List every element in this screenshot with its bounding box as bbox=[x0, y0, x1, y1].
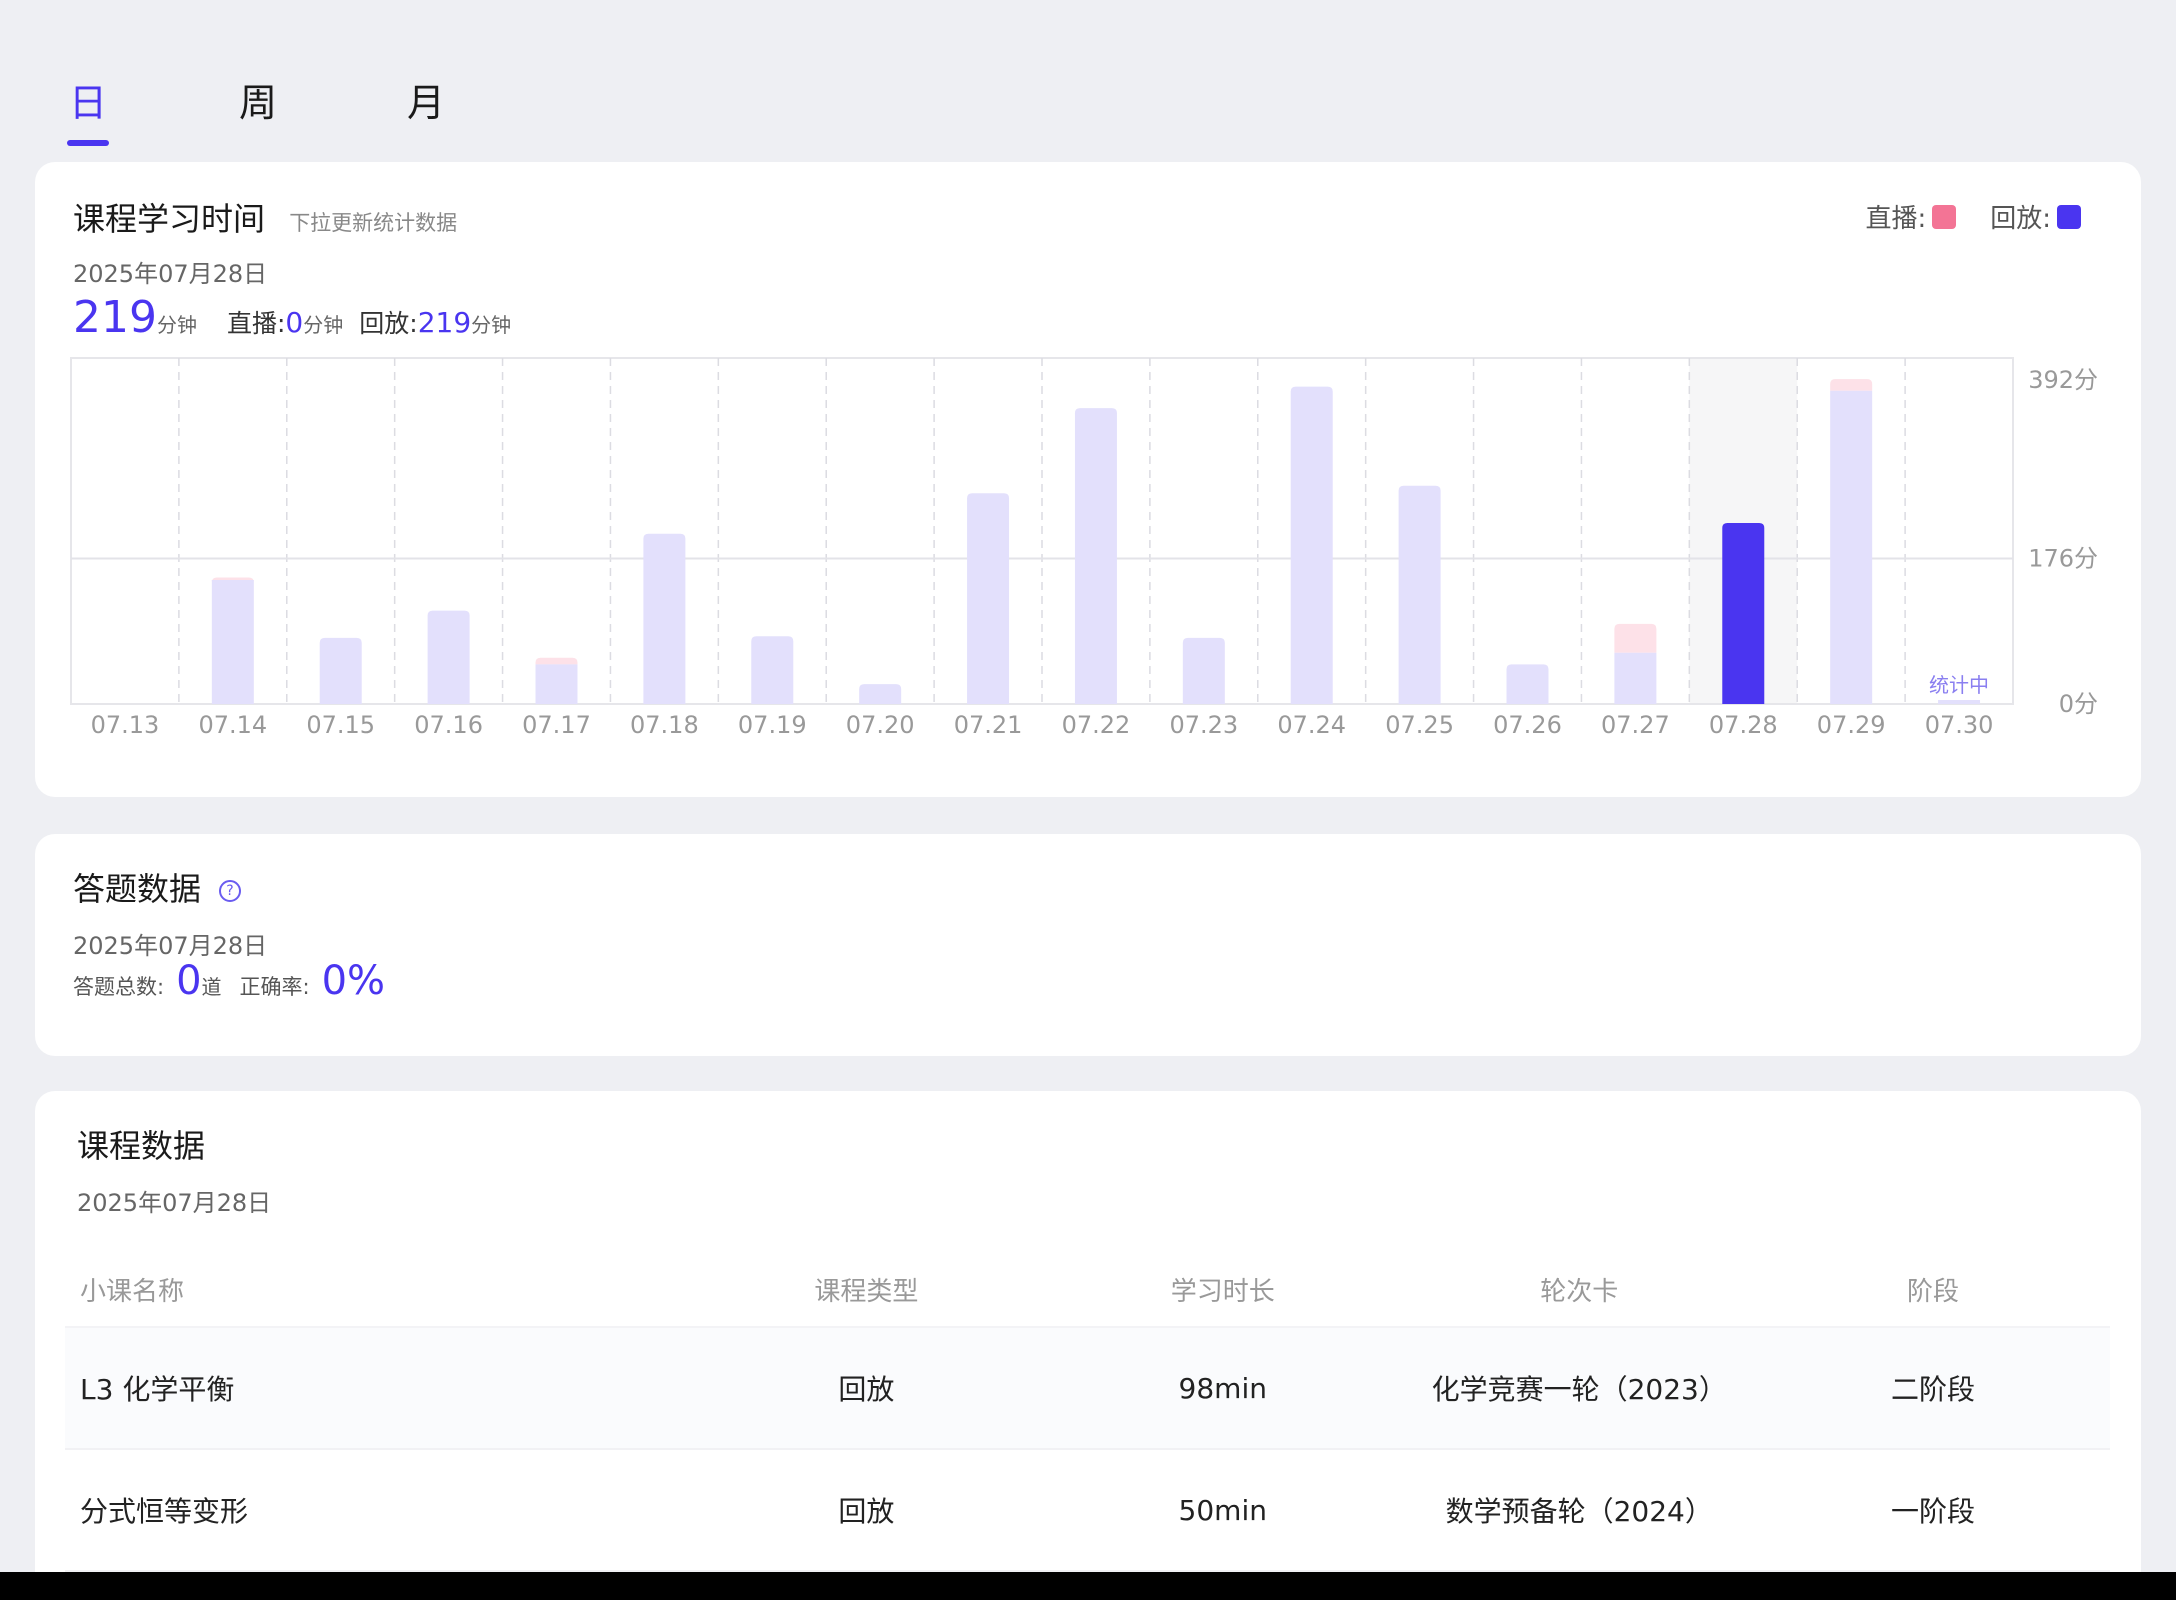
answer-total-value: 0 bbox=[176, 958, 202, 1004]
accuracy-label: 正确率: bbox=[239, 975, 310, 999]
x-tick-label: 07.26 bbox=[1493, 711, 1562, 739]
answer-total-unit: 道 bbox=[201, 975, 222, 999]
answer-total-label: 答题总数: bbox=[73, 975, 165, 999]
x-tick-label: 07.19 bbox=[738, 711, 807, 739]
stage: 二阶段 bbox=[1756, 1327, 2110, 1450]
tab-week[interactable]: 周 bbox=[213, 70, 303, 136]
col-round-card: 轮次卡 bbox=[1402, 1253, 1757, 1328]
y-tick-label: 392分 bbox=[2028, 366, 2098, 394]
tab-day[interactable]: 日 bbox=[43, 70, 133, 136]
table-header-row: 小课名称 课程类型 学习时长 轮次卡 阶段 bbox=[65, 1253, 2110, 1328]
round-card: 化学竞赛一轮（2023） bbox=[1402, 1327, 1757, 1450]
bar-live bbox=[1614, 623, 1657, 653]
bar-replay bbox=[967, 493, 1010, 704]
bar-replay bbox=[535, 664, 578, 704]
bottom-bar bbox=[0, 1572, 2176, 1600]
bar-replay bbox=[1290, 386, 1333, 704]
x-tick-label: 07.20 bbox=[846, 711, 915, 739]
course-data-card: 课程数据 2025年07月28日 小课名称 课程类型 学习时长 轮次卡 阶段 L… bbox=[35, 1091, 2141, 1600]
y-tick-label: 176分 bbox=[2028, 545, 2098, 573]
x-tick-label: 07.18 bbox=[630, 711, 699, 739]
study-duration: 98min bbox=[1043, 1327, 1403, 1450]
study-time-bar-chart[interactable]: 统计中 07.13 07.14 07.15 07.16 07.17 07.18 07.19 07… bbox=[35, 162, 2141, 797]
active-tab-indicator bbox=[67, 140, 109, 146]
x-tick-label: 07.21 bbox=[954, 711, 1023, 739]
course-table: 小课名称 课程类型 学习时长 轮次卡 阶段 L3 化学平衡 回放 98min 化… bbox=[65, 1253, 2110, 1572]
bar-replay bbox=[1398, 485, 1441, 704]
study-duration: 50min bbox=[1043, 1449, 1403, 1572]
answer-title-text: 答题数据 bbox=[73, 870, 202, 908]
bar-replay bbox=[1506, 664, 1549, 704]
x-tick-label: 07.15 bbox=[306, 711, 375, 739]
bar-replay bbox=[427, 610, 470, 704]
stage: 一阶段 bbox=[1756, 1449, 2110, 1572]
course-title: 课程数据 bbox=[77, 1127, 206, 1165]
course-name: L3 化学平衡 bbox=[65, 1327, 690, 1450]
course-name: 分式恒等变形 bbox=[65, 1449, 690, 1572]
x-tick-label: 07.22 bbox=[1062, 711, 1131, 739]
tab-month[interactable]: 月 bbox=[381, 70, 471, 136]
bar-replay bbox=[751, 636, 794, 704]
x-tick-label: 07.23 bbox=[1169, 711, 1238, 739]
bar-replay bbox=[643, 533, 686, 704]
col-course-name: 小课名称 bbox=[65, 1253, 690, 1328]
answer-data-card: 答题数据? 2025年07月28日 答题总数: 0 道 正确率: 0% bbox=[35, 834, 2141, 1056]
help-icon[interactable]: ? bbox=[219, 880, 242, 902]
bar-pending bbox=[1938, 700, 1981, 704]
x-tick-label: 07.24 bbox=[1277, 711, 1346, 739]
x-tick-label: 07.14 bbox=[198, 711, 267, 739]
x-tick-label: 07.28 bbox=[1709, 711, 1778, 739]
x-tick-label: 07.13 bbox=[91, 711, 160, 739]
course-type: 回放 bbox=[689, 1327, 1044, 1450]
x-tick-label: 07.27 bbox=[1601, 711, 1670, 739]
bar-replay bbox=[1614, 652, 1657, 704]
study-time-card: 课程学习时间 下拉更新统计数据 直播: 回放: 2025年07月28日 219 … bbox=[35, 162, 2141, 797]
bar-replay bbox=[1074, 408, 1117, 704]
y-tick-label: 0分 bbox=[2059, 690, 2098, 718]
bar-replay bbox=[1722, 522, 1765, 704]
course-date: 2025年07月28日 bbox=[77, 1189, 272, 1217]
answer-date: 2025年07月28日 bbox=[73, 932, 268, 960]
course-type: 回放 bbox=[689, 1449, 1044, 1572]
x-tick-label: 07.25 bbox=[1385, 711, 1454, 739]
bar-replay bbox=[319, 637, 362, 704]
bar-replay bbox=[859, 684, 902, 704]
answer-title: 答题数据? bbox=[73, 864, 242, 910]
answer-stats: 答题总数: 0 道 正确率: 0% bbox=[73, 958, 385, 1004]
x-tick-label: 07.30 bbox=[1925, 711, 1994, 739]
accuracy-value: 0% bbox=[321, 958, 386, 1004]
bar-replay bbox=[211, 580, 254, 704]
x-tick-label: 07.16 bbox=[414, 711, 483, 739]
pending-stat-label: 统计中 bbox=[1929, 673, 1989, 697]
bar-replay bbox=[1182, 637, 1225, 704]
x-tick-label: 07.17 bbox=[522, 711, 591, 739]
col-course-type: 课程类型 bbox=[689, 1253, 1044, 1328]
bar-live bbox=[535, 657, 578, 665]
x-tick-label: 07.29 bbox=[1817, 711, 1886, 739]
bar-replay bbox=[1830, 390, 1873, 704]
period-tabs: 日 周 月 bbox=[0, 70, 600, 150]
table-row[interactable]: L3 化学平衡 回放 98min 化学竞赛一轮（2023） 二阶段 bbox=[65, 1327, 2110, 1450]
bar-live bbox=[1830, 379, 1873, 391]
round-card: 数学预备轮（2024） bbox=[1402, 1449, 1757, 1572]
col-study-duration: 学习时长 bbox=[1043, 1253, 1403, 1328]
table-row[interactable]: 分式恒等变形 回放 50min 数学预备轮（2024） 一阶段 bbox=[65, 1449, 2110, 1572]
col-stage: 阶段 bbox=[1756, 1253, 2110, 1328]
